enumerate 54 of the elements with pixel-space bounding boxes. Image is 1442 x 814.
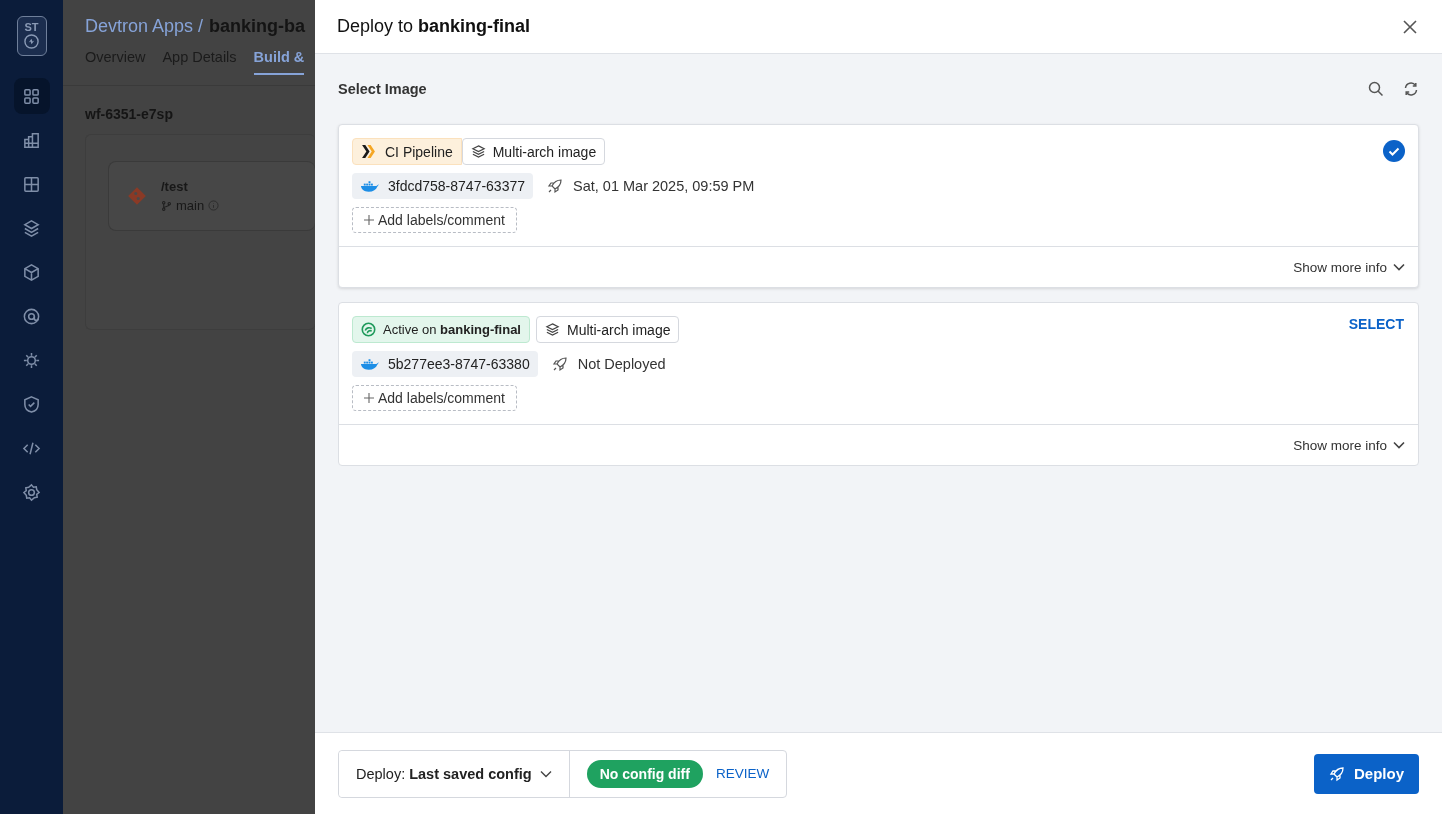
image-card[interactable]: CI Pipeline Multi-arch image 3fdcd758-8747-63377 Sat, 01 Mar 2025, 09:59 PM Add labels/comment Show more info — [338, 124, 1419, 288]
chevron-down-icon — [539, 769, 552, 778]
breadcrumb-link[interactable]: Devtron Apps / — [85, 16, 204, 37]
config-diff-badge: No config diff — [586, 759, 703, 788]
plus-icon — [364, 215, 374, 225]
settings-icon — [22, 482, 41, 502]
sun-icon — [22, 350, 41, 370]
multi-arch-chip: Multi-arch image — [536, 316, 680, 343]
at-sign-icon — [22, 306, 41, 326]
chevrons-icon — [361, 144, 376, 159]
shield-icon — [22, 394, 41, 414]
rocket-icon — [551, 356, 568, 372]
deploy-time: Not Deployed — [577, 356, 666, 372]
check-icon — [1383, 140, 1405, 162]
whale-icon — [360, 357, 379, 371]
grid-icon — [22, 174, 41, 194]
layers-icon — [545, 322, 560, 337]
branch-icon — [161, 200, 172, 211]
building-icon — [22, 130, 41, 150]
section-title: Select Image — [338, 81, 427, 97]
logo-badge[interactable]: ST — [16, 16, 47, 56]
rocket-icon — [547, 178, 563, 194]
grid-icon — [22, 86, 41, 106]
image-digest[interactable]: 3fdcd758-8747-63377 — [352, 173, 533, 199]
refresh-icon[interactable] — [1403, 81, 1419, 97]
drawer-title: Deploy to banking-final — [337, 16, 531, 37]
chevron-down-icon — [1393, 263, 1405, 271]
add-labels-button[interactable]: Add labels/comment — [352, 385, 517, 411]
stack-icon — [22, 218, 41, 238]
page-tab[interactable]: Build & — [253, 49, 305, 75]
rocket-icon — [1329, 765, 1345, 782]
layers-icon — [470, 144, 486, 159]
whale-icon — [360, 179, 379, 193]
chevron-down-icon — [1393, 441, 1405, 449]
add-labels-button[interactable]: Add labels/comment — [352, 207, 517, 233]
image-card[interactable]: Active on banking-final Multi-arch image 5b277ee3-8747-63380 Not Deployed Add labels/comment SELECT Show more info — [338, 302, 1419, 466]
deploy-time: Sat, 01 Mar 2025, 09:59 PM — [573, 178, 755, 194]
deploy-button[interactable]: Deploy — [1314, 753, 1419, 794]
logo-icon — [24, 34, 39, 49]
apps-nav-item[interactable] — [13, 78, 50, 114]
info-icon — [208, 200, 220, 211]
review-link[interactable]: REVIEW — [715, 766, 770, 781]
show-more-button[interactable]: Show more info — [1293, 437, 1405, 453]
cube-icon — [22, 262, 41, 282]
image-digest[interactable]: 5b277ee3-8747-63380 — [352, 351, 538, 377]
select-button[interactable]: SELECT — [1348, 316, 1404, 332]
config-dropdown[interactable]: Deploy: Last saved config — [339, 750, 570, 797]
search-icon[interactable] — [1368, 81, 1384, 97]
status-icon — [361, 322, 376, 337]
status-chip: Active on banking-final — [352, 316, 530, 343]
show-more-button[interactable]: Show more info — [1293, 259, 1405, 275]
source-chip: CI Pipeline — [352, 138, 462, 165]
plus-icon — [364, 393, 374, 403]
multi-arch-chip: Multi-arch image — [461, 138, 606, 165]
